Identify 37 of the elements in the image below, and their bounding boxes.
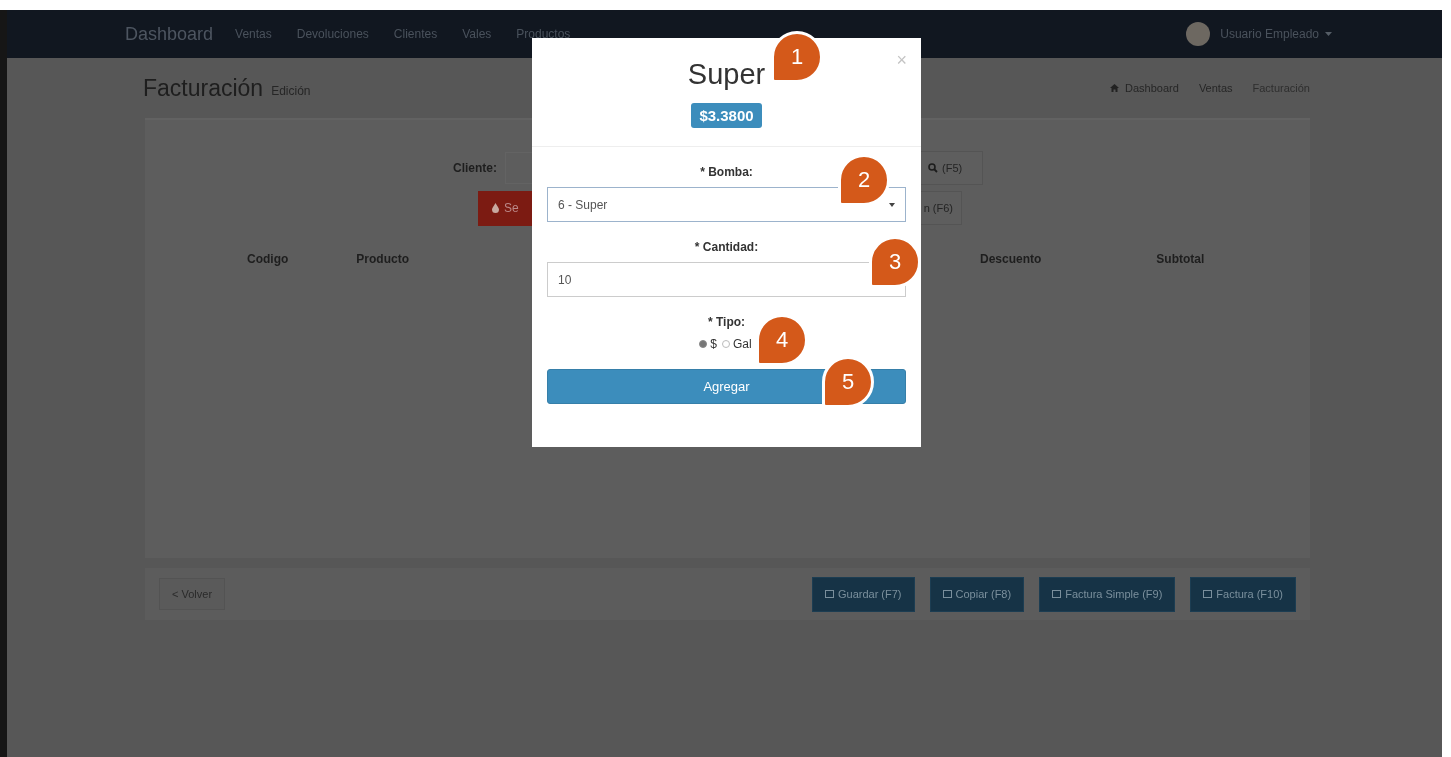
client-label: Cliente: (453, 161, 497, 175)
close-button[interactable]: × (896, 50, 907, 71)
action-button[interactable]: Factura Simple (F9) (1039, 576, 1176, 612)
document-icon (942, 590, 952, 598)
document-icon (1203, 590, 1213, 598)
column-header: Codigo (247, 252, 289, 266)
pump-select[interactable]: 6 - Super (547, 187, 906, 222)
drop-icon (492, 203, 499, 213)
nav-link[interactable]: Clientes (393, 27, 438, 41)
document-icon (824, 590, 834, 598)
home-icon (1110, 84, 1120, 92)
column-header: Producto (356, 252, 409, 266)
type-label: * Tipo: (707, 315, 746, 329)
quantity-label: * Cantidad: (694, 240, 759, 254)
nav-link[interactable]: Devoluciones (296, 27, 369, 41)
column-header: Descuento (980, 252, 1042, 266)
price-badge: $3.3800 (691, 103, 762, 128)
nav-link[interactable]: Productos (516, 27, 571, 41)
brand-link[interactable]: Dashboard (125, 23, 214, 45)
radio-label: Gal (733, 337, 752, 351)
nav-link[interactable]: Ventas (235, 27, 272, 41)
action-button[interactable]: Copiar (F8) (929, 576, 1025, 612)
column-header: Subtotal (1156, 252, 1205, 266)
page-title: Facturación (143, 74, 264, 102)
document-icon (1052, 590, 1062, 598)
nav-link[interactable]: Vales (462, 27, 492, 41)
caret-icon (1325, 32, 1332, 36)
caret-icon (889, 202, 895, 207)
pump-label: * Bomba: (700, 165, 753, 179)
radio-button[interactable] (699, 340, 708, 348)
radio-label: $ (710, 337, 717, 351)
action-button[interactable]: Guardar (F7) (811, 576, 915, 612)
search-icon (928, 163, 938, 173)
user-menu[interactable]: Usuario Empleado (1220, 27, 1319, 41)
avatar-icon[interactable] (1186, 22, 1211, 46)
action-button[interactable]: Factura (F10) (1190, 576, 1296, 612)
modal-title: Super (687, 58, 766, 91)
